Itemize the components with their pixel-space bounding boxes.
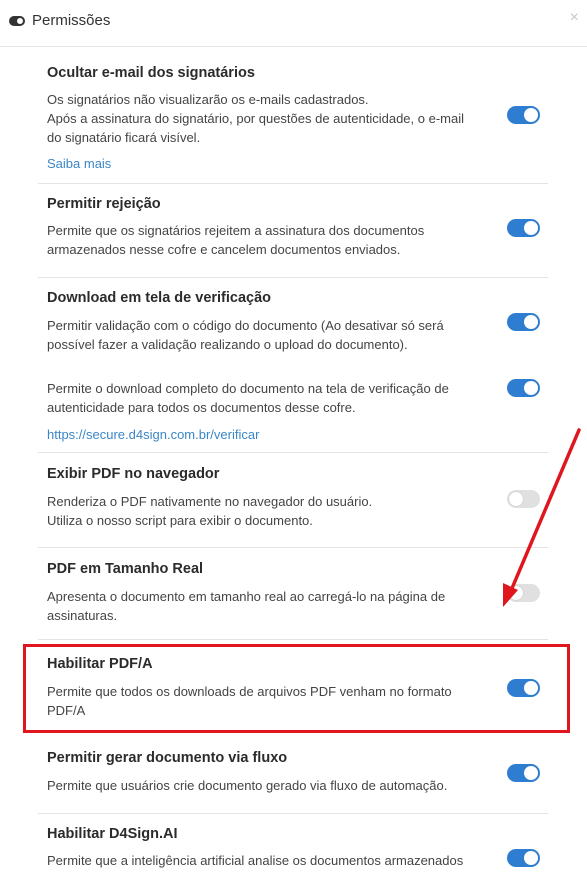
- show-pdf-browser-toggle[interactable]: [507, 490, 540, 508]
- hide-signer-email-toggle[interactable]: [507, 106, 540, 124]
- verification-code-toggle[interactable]: [507, 313, 540, 331]
- setting-hide-signer-email: Ocultar e-mail dos signatários Os signat…: [38, 48, 548, 184]
- generate-via-flow-toggle[interactable]: [507, 764, 540, 782]
- allow-rejection-toggle[interactable]: [507, 219, 540, 237]
- toggle-knob: [524, 381, 538, 395]
- setting-show-pdf-browser: Exibir PDF no navegador Renderiza o PDF …: [38, 453, 548, 548]
- setting-title: Permitir rejeição: [47, 196, 161, 212]
- close-icon[interactable]: ×: [570, 10, 579, 26]
- setting-description: Permite que usuários crie documento gera…: [47, 778, 448, 793]
- modal-title: Permissões: [32, 12, 111, 29]
- setting-title: Permitir gerar documento via fluxo: [47, 750, 288, 766]
- full-download-toggle[interactable]: [507, 379, 540, 397]
- setting-pdf-real-size: PDF em Tamanho Real Apresenta o document…: [38, 548, 548, 640]
- setting-description: Permitir validação com o código do docum…: [47, 318, 444, 352]
- setting-description-secondary: Após a assinatura do signatário, por que…: [47, 111, 464, 145]
- setting-description-secondary: Utiliza o nosso script para exibir o doc…: [47, 513, 313, 528]
- setting-title: Habilitar D4Sign.AI: [47, 826, 178, 842]
- setting-sub-description: Permite o download completo do documento…: [47, 381, 449, 415]
- toggle-icon: [9, 16, 25, 26]
- pdf-real-size-toggle[interactable]: [507, 584, 540, 602]
- setting-allow-rejection: Permitir rejeição Permite que os signatá…: [38, 184, 548, 278]
- setting-enable-d4sign-ai: Habilitar D4Sign.AI Permite que a inteli…: [38, 814, 548, 872]
- toggle-knob: [509, 586, 523, 600]
- toggle-knob: [524, 851, 538, 865]
- toggle-knob: [509, 492, 523, 506]
- toggle-knob: [524, 221, 538, 235]
- toggle-knob: [524, 108, 538, 122]
- setting-title: PDF em Tamanho Real: [47, 561, 204, 577]
- modal-header: Permissões ×: [0, 0, 587, 47]
- setting-verification-download: Download em tela de verificação Permitir…: [38, 278, 548, 453]
- setting-title: Ocultar e-mail dos signatários: [47, 65, 255, 81]
- highlight-box: [23, 644, 570, 733]
- verification-link[interactable]: https://secure.d4sign.com.br/verificar: [47, 427, 259, 442]
- setting-description: Renderiza o PDF nativamente no navegador…: [47, 494, 373, 509]
- toggle-knob: [524, 315, 538, 329]
- setting-description: Permite que os signatários rejeitem a as…: [47, 223, 425, 257]
- setting-description: Os signatários não visualizarão os e-mai…: [47, 92, 369, 107]
- setting-title: Exibir PDF no navegador: [47, 466, 220, 482]
- setting-description: Apresenta o documento em tamanho real ao…: [47, 589, 446, 623]
- setting-title: Download em tela de verificação: [47, 290, 272, 306]
- toggle-knob: [524, 766, 538, 780]
- setting-generate-via-flow: Permitir gerar documento via fluxo Permi…: [38, 738, 548, 814]
- setting-description: Permite que a inteligência artificial an…: [47, 853, 464, 868]
- learn-more-link[interactable]: Saiba mais: [47, 156, 111, 171]
- enable-d4sign-ai-toggle[interactable]: [507, 849, 540, 867]
